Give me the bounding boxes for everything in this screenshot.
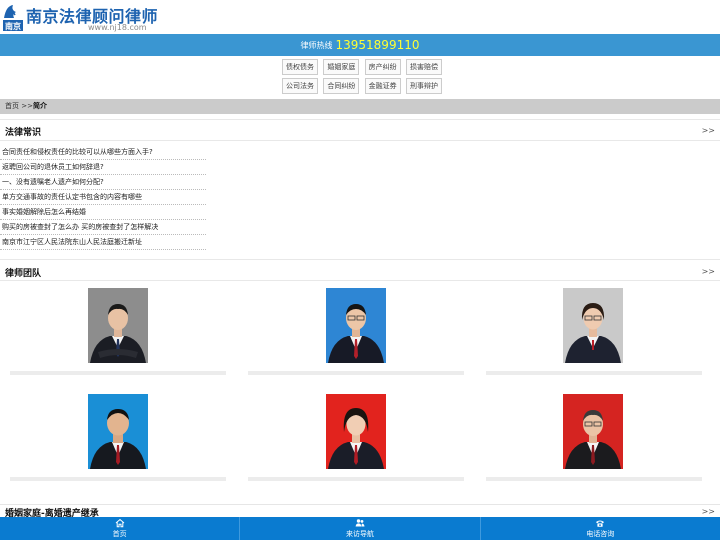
- home-icon: [0, 518, 239, 529]
- list-item[interactable]: 一、没有遗嘱老人遗产如何分配?: [0, 175, 206, 190]
- category-row: 债权债务 婚姻家庭 房产纠纷 损害赔偿: [282, 59, 442, 75]
- list-item[interactable]: 购买的房被查封了怎么办 买的房被查封了怎样解决: [0, 220, 206, 235]
- lawyer-caption: [248, 477, 464, 481]
- list-item[interactable]: 合同责任和侵权责任的比较可以从哪些方面入手?: [0, 145, 206, 160]
- lawyer-photo[interactable]: [88, 288, 148, 363]
- lawyer-caption: [248, 371, 464, 375]
- footer-label: 电话咨询: [586, 530, 615, 538]
- category-link[interactable]: 房产纠纷: [364, 59, 401, 75]
- lawyer-caption: [10, 371, 226, 375]
- more-link[interactable]: >>: [702, 507, 715, 516]
- more-link[interactable]: >>: [702, 126, 715, 135]
- category-link[interactable]: 损害赔偿: [405, 59, 442, 75]
- hotline-label: 律师热线: [300, 40, 333, 50]
- hotline-number[interactable]: 13951899110: [336, 38, 420, 52]
- lawyer-caption: [486, 477, 702, 481]
- footer-phone-button[interactable]: 电话咨询: [481, 517, 720, 540]
- site-url: www.nj18.com: [88, 23, 147, 32]
- lawyer-team-header: 律师团队 >>: [0, 259, 720, 281]
- lawyer-caption: [10, 477, 226, 481]
- footer-nav: 首页 来访导航 电话咨询: [0, 517, 720, 540]
- list-item[interactable]: 单方交通事故的责任认定书包含的内容有哪些: [0, 190, 206, 205]
- legal-knowledge-list: 合同责任和侵权责任的比较可以从哪些方面入手? 返聘回公司的退休员工如何辞退? 一…: [0, 145, 206, 250]
- marriage-family-header: 婚姻家庭-离婚遗产继承 >>: [0, 504, 720, 519]
- breadcrumb-separator: >>: [21, 102, 33, 110]
- breadcrumb: 首页 >>简介: [0, 99, 720, 114]
- legal-knowledge-header: 法律常识 >>: [0, 119, 720, 141]
- footer-home-button[interactable]: 首页: [0, 517, 241, 540]
- breadcrumb-current: 简介: [32, 102, 47, 110]
- category-link[interactable]: 婚姻家庭: [323, 59, 360, 75]
- list-item[interactable]: 事实婚姻解除后怎么再结婚: [0, 205, 206, 220]
- footer-label: 来访导航: [345, 530, 374, 538]
- hotline-bar: 律师热线 13951899110: [0, 34, 720, 56]
- lawyer-photo[interactable]: [326, 394, 386, 469]
- section-title[interactable]: 法律常识: [5, 125, 41, 138]
- category-link[interactable]: 金融证券: [364, 78, 401, 94]
- category-link[interactable]: 公司法务: [282, 78, 318, 94]
- lawyer-photo[interactable]: [563, 394, 623, 469]
- lawyer-photo[interactable]: [88, 394, 148, 469]
- lawyer-caption: [486, 371, 702, 375]
- logo-icon[interactable]: 南京: [2, 2, 24, 32]
- category-nav: 债权债务 婚姻家庭 房产纠纷 损害赔偿 公司法务 合同纠纷 金融证券 刑事辩护: [282, 59, 442, 97]
- category-link[interactable]: 刑事辩护: [405, 78, 442, 94]
- section-title[interactable]: 律师团队: [5, 266, 41, 279]
- category-link[interactable]: 债权债务: [282, 59, 318, 75]
- lawyer-photo[interactable]: [326, 288, 386, 363]
- site-header: 南京 南京法律顾问律师 www.nj18.com: [0, 0, 720, 34]
- svg-text:南京: 南京: [5, 21, 21, 31]
- breadcrumb-home[interactable]: 首页: [5, 102, 19, 110]
- footer-label: 首页: [112, 530, 127, 538]
- more-link[interactable]: >>: [702, 267, 715, 276]
- phone-icon: [481, 518, 720, 529]
- list-item[interactable]: 返聘回公司的退休员工如何辞退?: [0, 160, 206, 175]
- lawyer-photo[interactable]: [563, 288, 623, 363]
- users-icon: [240, 518, 479, 529]
- footer-directions-button[interactable]: 来访导航: [240, 517, 481, 540]
- list-item[interactable]: 南京市江宁区人民法院东山人民法庭搬迁新址: [0, 235, 206, 250]
- category-row: 公司法务 合同纠纷 金融证券 刑事辩护: [282, 78, 442, 94]
- category-link[interactable]: 合同纠纷: [323, 78, 360, 94]
